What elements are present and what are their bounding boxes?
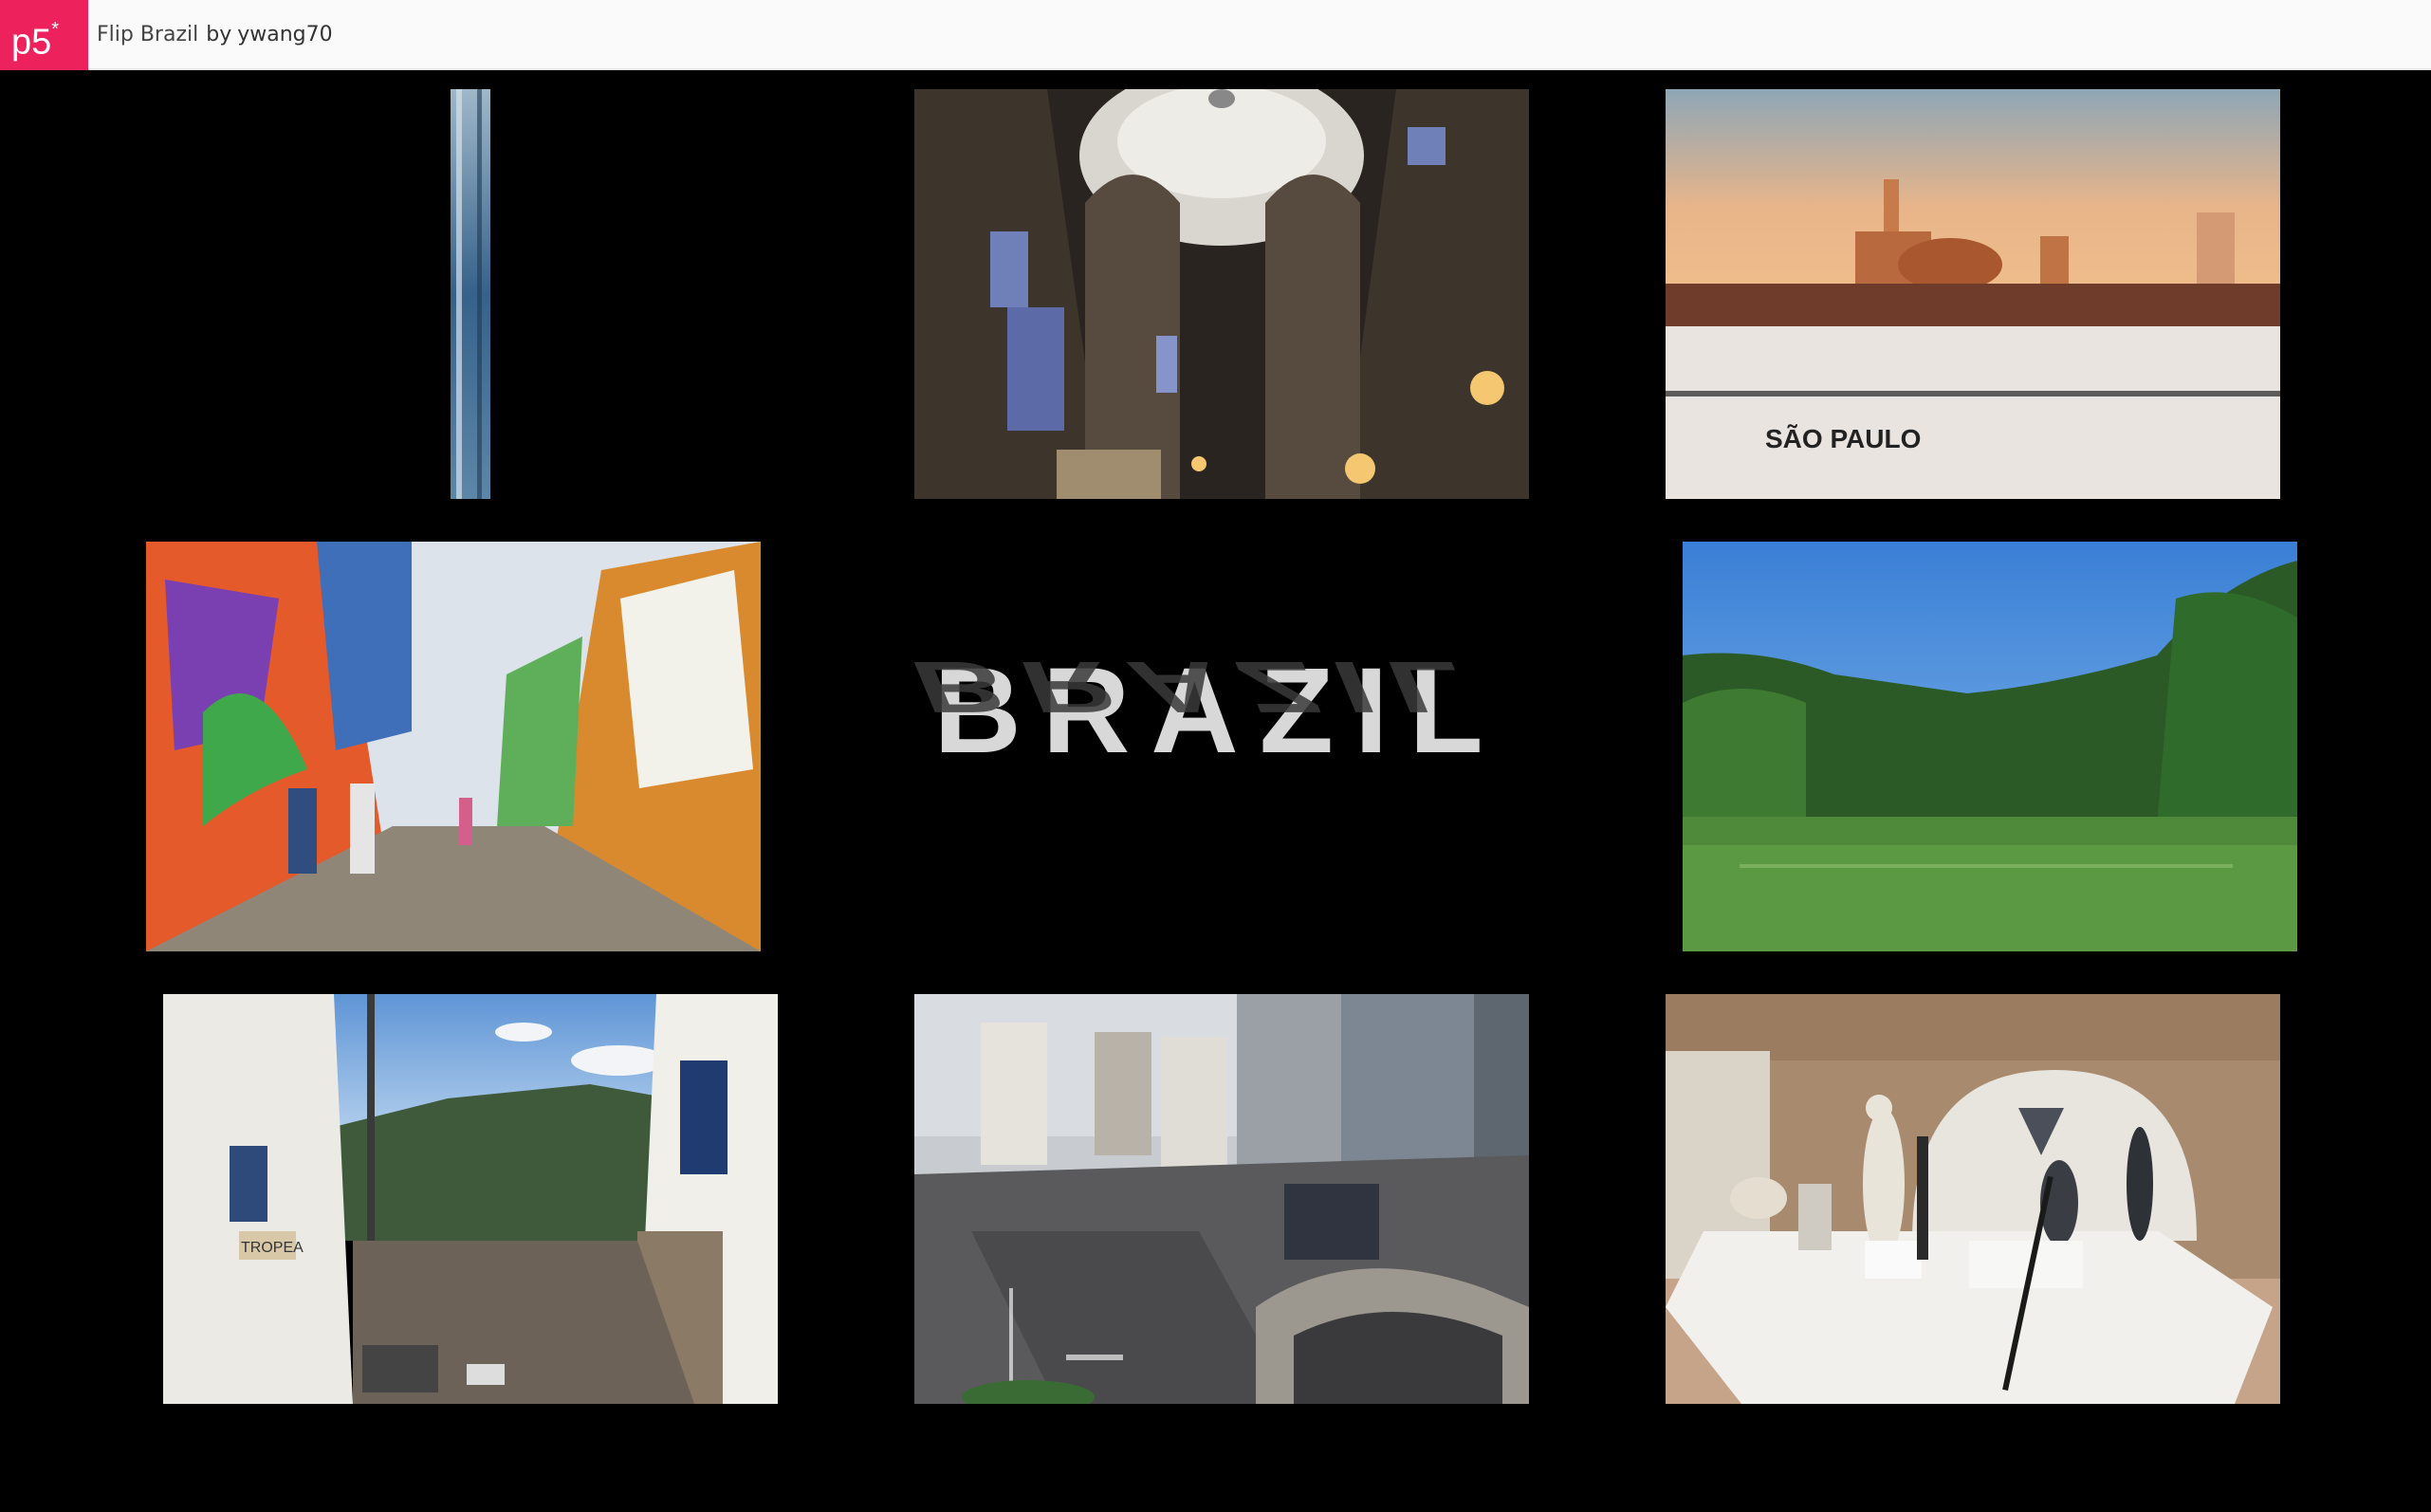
logo-mark: *	[51, 19, 60, 40]
top-bar: p5* Flip Brazil by ywang70	[0, 0, 2431, 70]
sketch-title-bar: Flip Brazil by ywang70	[97, 0, 333, 70]
sculpture-gallery-photo	[1666, 994, 2280, 1404]
tropea-sign: TROPEA	[241, 1240, 304, 1256]
sketch-title[interactable]: Flip Brazil	[97, 23, 198, 46]
cathedral-interior-photo	[914, 89, 1529, 499]
author-link[interactable]: ywang70	[237, 23, 332, 46]
logo-text: p5	[11, 22, 52, 63]
brazil-title-reflection: BRAZIL	[899, 646, 1504, 728]
by-label: by	[206, 23, 232, 46]
sao-paulo-caption: SÃO PAULO	[1765, 424, 1921, 453]
sao-paulo-skyline-photo: SÃO PAULO	[1666, 89, 2280, 499]
tropical-lake-photo	[1683, 542, 2297, 951]
p5-logo[interactable]: p5*	[0, 0, 88, 70]
colonial-street-photo: TROPEA	[163, 994, 778, 1404]
graffiti-alley-photo	[146, 542, 761, 951]
brazil-title-group: BRAZIL BRAZIL	[899, 641, 1522, 926]
sketch-canvas[interactable]: SÃO PAULO BRAZIL BRAZIL TROPEA	[0, 72, 2431, 1512]
flipping-photo	[451, 89, 490, 499]
city-avenue-photo	[914, 994, 1529, 1404]
